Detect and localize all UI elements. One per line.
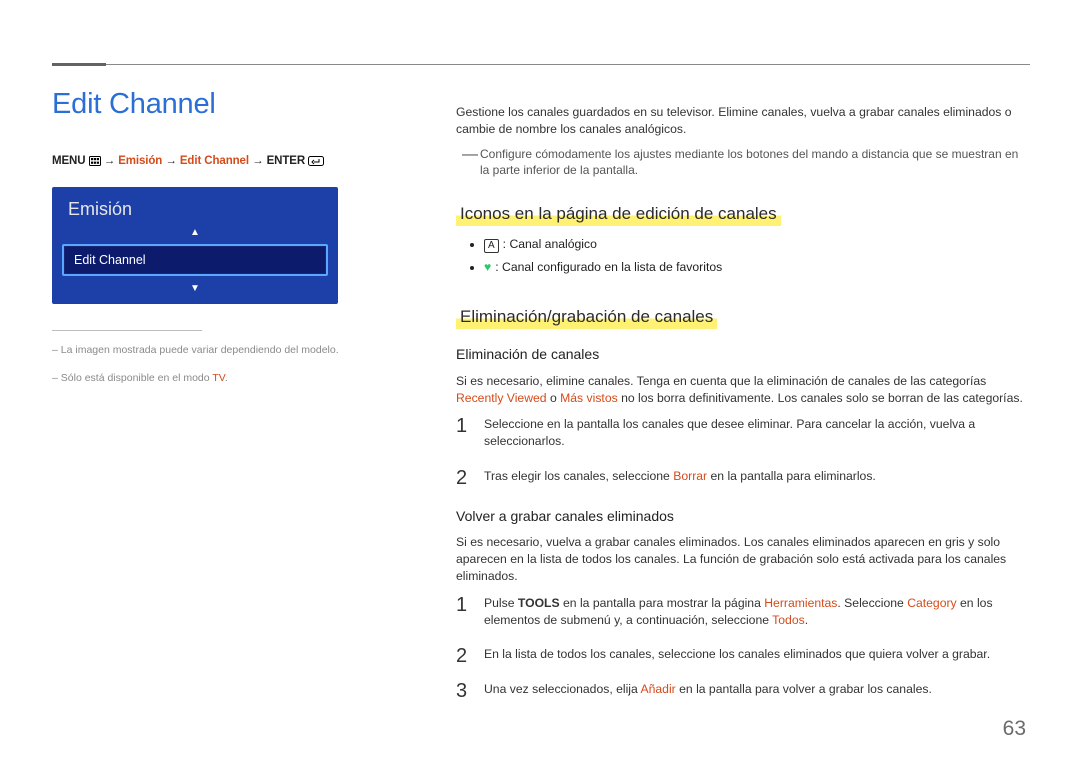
top-rule-accent (52, 63, 106, 66)
tv-menu-header: Emisión (60, 193, 330, 228)
chevron-up-icon[interactable]: ▲ (60, 228, 330, 238)
regrab-step-1: 1 Pulse TOOLS en la pantalla para mostra… (456, 595, 1030, 629)
right-column: Gestione los canales guardados en su tel… (456, 104, 1030, 716)
heart-icon: ♥ (484, 260, 491, 274)
arrow: → (165, 155, 176, 167)
regrab-steps: 1 Pulse TOOLS en la pantalla para mostra… (456, 595, 1030, 698)
menu-label: MENU (52, 155, 85, 167)
page-number: 63 (1003, 717, 1026, 741)
path-edit-channel: Edit Channel (180, 155, 249, 167)
chevron-down-icon[interactable]: ▼ (60, 284, 330, 294)
elim-step-2: 2 Tras elegir los canales, seleccione Bo… (456, 468, 1030, 485)
subheading-regrabar: Volver a grabar canales eliminados (456, 507, 1030, 526)
elim-step-1: 1 Seleccione en la pantalla los canales … (456, 416, 1030, 450)
subheading-eliminacion: Eliminación de canales (456, 345, 1030, 364)
enter-label: ENTER (267, 155, 305, 167)
elim-steps: 1 Seleccione en la pantalla los canales … (456, 416, 1030, 484)
note-image-variance: – La imagen mostrada puede variar depend… (52, 343, 352, 359)
left-divider (52, 330, 202, 331)
tip-note: ― Configure cómodamente los ajustes medi… (456, 146, 1030, 179)
step-number: 2 (456, 465, 467, 493)
intro-paragraph: Gestione los canales guardados en su tel… (456, 104, 1030, 138)
analog-badge-icon: A (484, 239, 499, 253)
path-emision: Emisión (118, 155, 162, 167)
step-number: 2 (456, 643, 467, 671)
legend-analog: A: Canal analógico (484, 236, 1030, 253)
regrab-intro: Si es necesario, vuelva a grabar canales… (456, 534, 1030, 584)
page-title: Edit Channel (52, 88, 352, 121)
enter-icon (308, 156, 324, 169)
menu-icon (89, 156, 101, 169)
legend-favorite: ♥: Canal configurado en la lista de favo… (484, 259, 1030, 276)
menu-path: MENU → Emisión → Edit Channel → ENTER (52, 155, 352, 169)
icon-legend-list: A: Canal analógico ♥: Canal configurado … (456, 236, 1030, 276)
step-number: 1 (456, 592, 467, 620)
step-number: 3 (456, 678, 467, 706)
elim-intro: Si es necesario, elimine canales. Tenga … (456, 373, 1030, 407)
section-heading-elim: Eliminación/grabación de canales (456, 304, 717, 329)
arrow: → (104, 155, 115, 167)
manual-page: Edit Channel MENU → Emisión → Edit Chann… (0, 0, 1080, 763)
top-rule (52, 64, 1030, 65)
section-heading-icons: Iconos en la página de edición de canale… (456, 201, 781, 226)
tv-menu-preview: Emisión ▲ Edit Channel ▼ (52, 187, 338, 304)
tv-menu-selected-item[interactable]: Edit Channel (62, 244, 328, 276)
tip-text: Configure cómodamente los ajustes median… (480, 147, 1018, 178)
tip-dash-icon: ― (462, 144, 478, 166)
regrab-step-2: 2 En la lista de todos los canales, sele… (456, 646, 1030, 663)
note-tv-mode: – Sólo está disponible en el modo TV. (52, 371, 352, 387)
step-number: 1 (456, 413, 467, 441)
left-column: Edit Channel MENU → Emisión → Edit Chann… (52, 88, 352, 387)
regrab-step-3: 3 Una vez seleccionados, elija Añadir en… (456, 681, 1030, 698)
arrow: → (252, 155, 263, 167)
